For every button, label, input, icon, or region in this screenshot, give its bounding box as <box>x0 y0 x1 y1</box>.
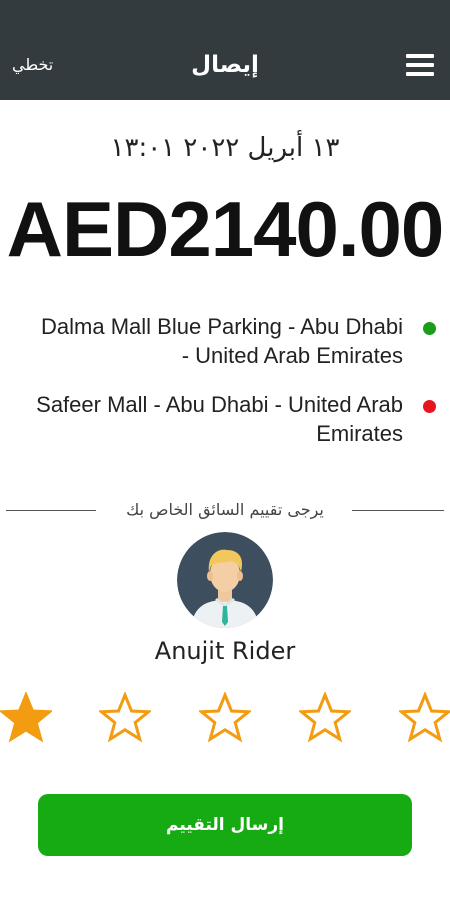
driver-name: Anujit Rider <box>154 637 296 665</box>
star-outline-icon[interactable] <box>197 691 253 744</box>
hamburger-menu-icon[interactable] <box>406 54 434 78</box>
driver-avatar <box>177 532 273 628</box>
submit-rating-button[interactable]: إرسال التقييم <box>38 794 412 856</box>
rate-driver-prompt: يرجى تقييم السائق الخاص بك <box>126 500 324 519</box>
star-outline-icon[interactable] <box>297 691 353 744</box>
divider-line-left <box>6 510 96 511</box>
dropoff-address: Safeer Mall - Abu Dhabi - United Arab Em… <box>36 392 403 446</box>
dropoff-dot-icon <box>423 400 436 413</box>
fare-amount: AED2140.00 <box>6 185 445 273</box>
receipt-screen: تخطي إيصال ١٣ أبريل ٢٠٢٢ ١٣:٠١ AED2140.0… <box>0 0 450 900</box>
top-app-bar: تخطي إيصال <box>0 0 450 100</box>
dropoff-location-row: Safeer Mall - Abu Dhabi - United Arab Em… <box>16 390 436 448</box>
divider-line-right <box>352 510 444 511</box>
page-title: إيصال <box>191 52 259 78</box>
rating-divider: يرجى تقييم السائق الخاص بك <box>0 500 450 530</box>
pickup-dot-icon <box>423 322 436 335</box>
pickup-location-row: Dalma Mall Blue Parking - Abu Dhabi - Un… <box>16 312 436 370</box>
star-outline-icon[interactable] <box>397 691 450 744</box>
trip-date-time: ١٣ أبريل ٢٠٢٢ ١٣:٠١ <box>110 133 340 163</box>
star-filled-icon[interactable] <box>0 691 54 744</box>
pickup-address: Dalma Mall Blue Parking - Abu Dhabi - Un… <box>41 314 403 368</box>
star-outline-icon[interactable] <box>97 691 153 744</box>
